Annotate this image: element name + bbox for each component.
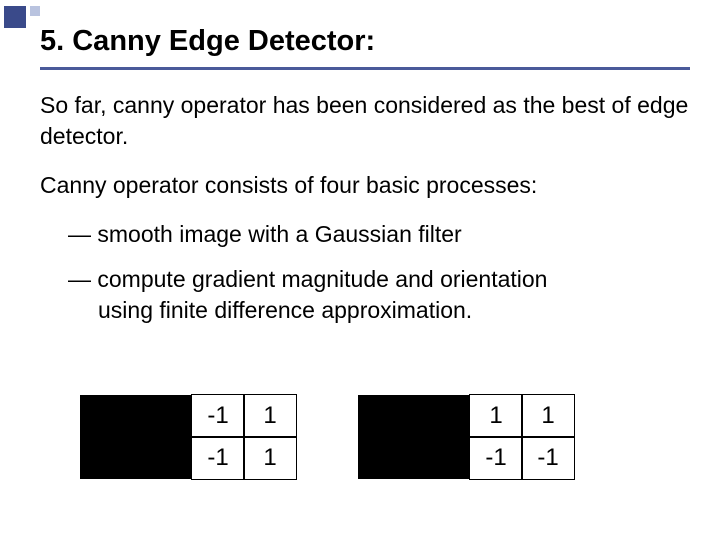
title-block: 5. Canny Edge Detector: [40,24,690,70]
list-item: — compute gradient magnitude and orienta… [68,264,690,326]
kernel-cell: 1 [469,394,523,438]
title-underline [40,67,690,70]
list-item-line1: — compute gradient magnitude and orienta… [68,266,547,292]
kernel-row: -1 1 -1 1 1 1 -1 -1 [80,395,680,479]
kernel-group-1: -1 1 -1 1 [80,395,296,479]
kernel-cell: -1 [191,436,245,480]
kernel-grid-1: -1 1 -1 1 [192,395,296,479]
slide: 5. Canny Edge Detector: So far, canny op… [0,0,720,540]
process-list: — smooth image with a Gaussian filter — … [68,219,690,326]
paragraph-1: So far, canny operator has been consider… [40,90,690,152]
kernel-cell: -1 [469,436,523,480]
kernel-grid-2: 1 1 -1 -1 [470,395,574,479]
list-item-line2: using finite difference approximation. [98,297,472,323]
kernel-cell: 1 [243,394,297,438]
kernel-cell: 1 [243,436,297,480]
paragraph-2: Canny operator consists of four basic pr… [40,170,690,201]
corner-square-large [4,6,26,28]
kernel-cell: 1 [521,394,575,438]
kernel-group-2: 1 1 -1 -1 [358,395,574,479]
corner-square-small [30,6,40,16]
kernel-cell: -1 [521,436,575,480]
kernel-label-box [358,395,470,479]
slide-title: 5. Canny Edge Detector: [40,24,690,59]
body-text: So far, canny operator has been consider… [40,90,690,340]
kernel-cell: -1 [191,394,245,438]
list-item: — smooth image with a Gaussian filter [68,219,690,250]
kernel-label-box [80,395,192,479]
